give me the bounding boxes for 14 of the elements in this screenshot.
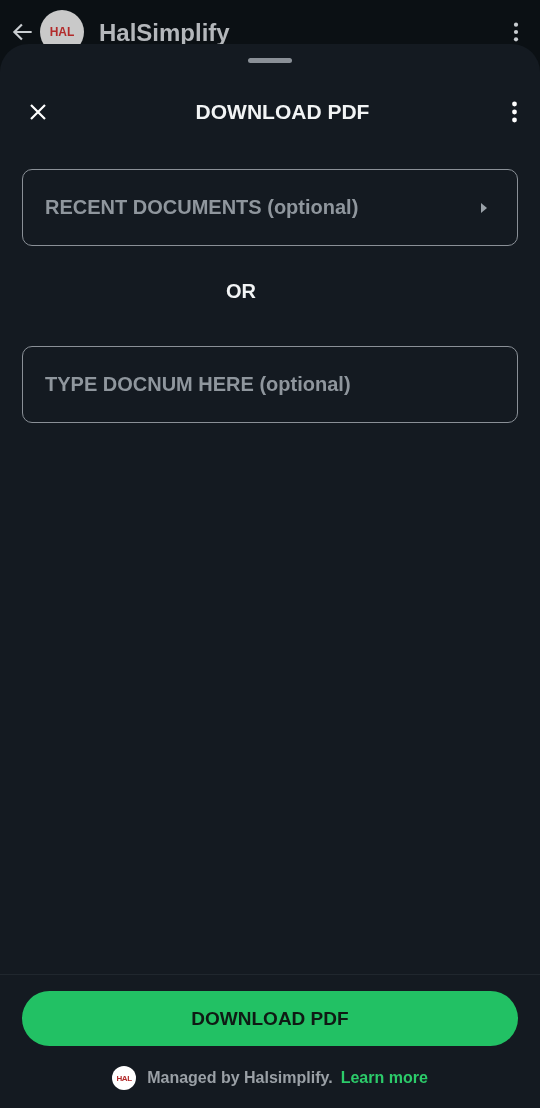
logo: HAL bbox=[112, 1066, 137, 1090]
docnum-input-field[interactable]: TYPE DOCNUM HERE (optional) bbox=[22, 346, 518, 423]
or-label: OR bbox=[225, 279, 257, 304]
managed-by-text: Managed by Halsimplify. bbox=[147, 1069, 333, 1087]
download-pdf-button[interactable]: DOWNLOAD PDF bbox=[22, 991, 518, 1046]
sheet-title: DOWNLOAD PDF bbox=[194, 100, 371, 124]
close-icon[interactable] bbox=[28, 102, 48, 122]
caret-icon bbox=[481, 202, 487, 213]
learn-more-link[interactable]: Learn more bbox=[340, 1069, 428, 1087]
recent-documents-dropdown[interactable]: RECENT DOCUMENTS (optional) bbox=[22, 169, 518, 246]
app-title: HalSimplify bbox=[99, 19, 231, 47]
more-icon[interactable] bbox=[512, 21, 520, 43]
more-icon[interactable] bbox=[511, 100, 518, 124]
drag-handle[interactable] bbox=[248, 58, 292, 63]
